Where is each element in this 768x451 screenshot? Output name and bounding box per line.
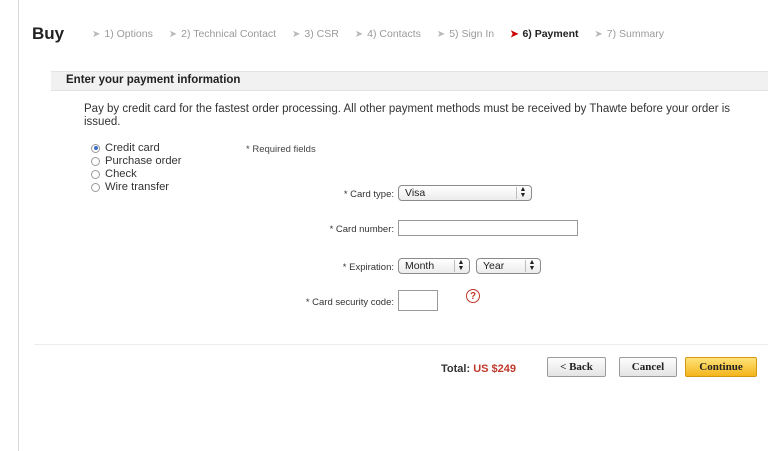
payment-method-purchase-order[interactable]: Purchase order [91,155,182,167]
step-technical-contact[interactable]: ➤ 2) Technical Contact [169,28,276,40]
step-label: 1) Options [104,28,153,40]
radio-button[interactable] [91,169,100,179]
step-csr[interactable]: ➤ 3) CSR [292,28,339,40]
security-code-label: * Card security code: [305,297,394,308]
step-label: 4) Contacts [367,28,421,40]
radio-button-selected[interactable] [91,143,100,153]
card-number-label: * Card number: [329,224,394,235]
step-label: 6) Payment [522,28,579,40]
chevron-updown-icon: ▲ ▼ [516,186,529,199]
step-label: 2) Technical Contact [181,28,277,40]
continue-button[interactable]: Continue [685,357,757,377]
page-title: Buy [32,24,65,43]
step-options[interactable]: ➤ 1) Options [92,28,153,40]
chevron-updown-icon: ▲ ▼ [525,259,538,272]
wizard-steps: ➤ 1) Options ➤ 2) Technical Contact ➤ 3) CS… [92,28,677,40]
expiration-year-select[interactable]: Year ▲ ▼ [476,258,541,274]
arrow-right-icon: ➤ [354,29,364,40]
payment-method-label: Purchase order [105,155,182,167]
arrow-right-icon: ➤ [292,29,301,40]
step-label: 7) Summary [606,28,664,40]
step-label: 5) Sign In [449,28,495,40]
month-value: Month [405,260,435,272]
year-value: Year [483,260,505,272]
step-payment: ➤ 6) Payment [510,28,578,40]
payment-method-group: Credit card Purchase order Check Wire tr… [91,142,182,194]
page-frame-left [18,0,19,451]
footer-divider [34,344,768,345]
radio-button[interactable] [91,182,100,192]
back-button[interactable]: < Back [547,357,606,377]
arrow-right-icon: ➤ [92,29,101,40]
payment-intro-text: Pay by credit card for the fastest order… [84,103,731,128]
step-sign-in[interactable]: ➤ 5) Sign In [437,28,494,40]
expiration-label: * Expiration: [342,262,394,273]
step-contacts[interactable]: ➤ 4) Contacts [355,28,421,40]
payment-method-label: Wire transfer [105,181,170,193]
payment-method-credit-card[interactable]: Credit card [91,142,182,154]
security-code-input[interactable] [398,290,438,311]
step-summary: ➤ 7) Summary [594,28,664,40]
required-fields-note: * Required fields [246,144,316,155]
arrow-right-icon: ➤ [594,29,603,40]
card-number-input[interactable] [398,220,578,236]
payment-method-check[interactable]: Check [91,168,182,180]
order-total: Total: US $249 [441,363,516,375]
card-type-value: Visa [405,187,426,199]
radio-button[interactable] [91,156,100,166]
total-label: Total: [441,363,471,375]
arrow-right-icon: ➤ [436,29,446,40]
payment-method-wire-transfer[interactable]: Wire transfer [91,181,182,193]
arrow-right-icon: ➤ [168,29,178,40]
payment-method-label: Check [105,168,137,180]
arrow-right-icon: ➤ [510,29,519,40]
card-type-label: * Card type: [343,189,394,200]
panel-title: Enter your payment information [66,74,241,86]
total-amount: US $249 [473,363,516,375]
payment-method-label: Credit card [105,142,160,154]
step-label: 3) CSR [304,28,339,40]
question-circle-icon[interactable]: ? [466,289,480,303]
card-type-select[interactable]: Visa ▲ ▼ [398,185,532,201]
chevron-updown-icon: ▲ ▼ [454,259,467,272]
expiration-month-select[interactable]: Month ▲ ▼ [398,258,470,274]
cancel-button[interactable]: Cancel [619,357,677,377]
